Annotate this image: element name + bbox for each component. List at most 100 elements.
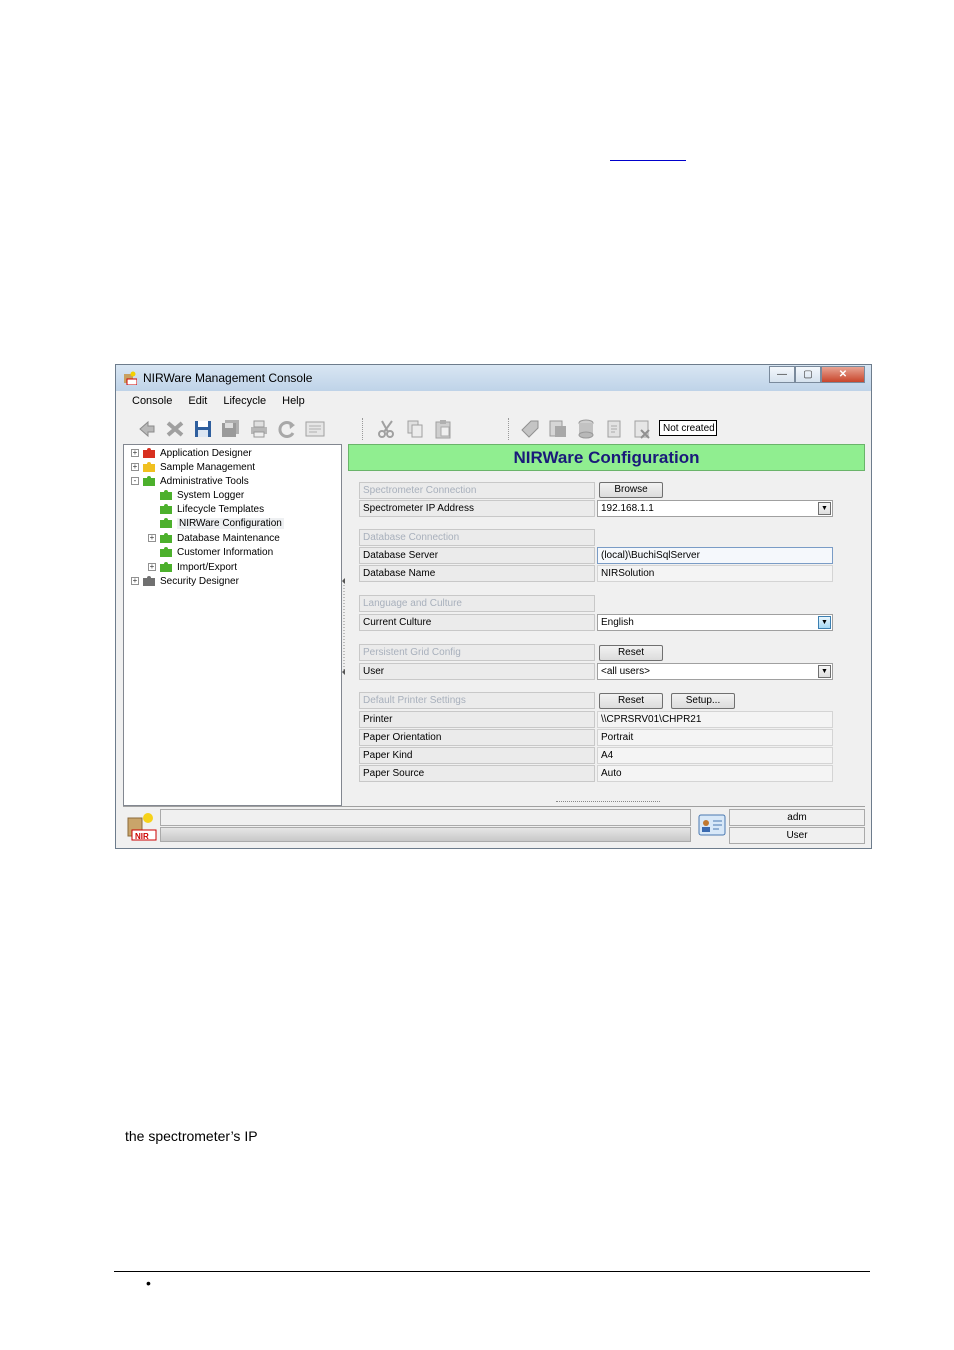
expand-icon[interactable]: + (148, 534, 156, 542)
group-database-connection: Database Connection (359, 529, 595, 546)
dropdown-arrow-icon[interactable]: ▼ (818, 665, 831, 678)
expand-icon[interactable]: + (131, 463, 139, 471)
minimize-button[interactable]: — (769, 366, 795, 383)
window-title: NIRWare Management Console (143, 371, 313, 385)
puzzle-green-icon (160, 518, 172, 528)
back-icon[interactable] (136, 418, 158, 440)
menu-bar: Console Edit Lifecycle Help (124, 393, 313, 411)
menu-help[interactable]: Help (274, 393, 313, 411)
puzzle-green-icon (160, 490, 172, 500)
dropdown-arrow-icon[interactable]: ▼ (818, 616, 831, 629)
svg-text:NIR: NIR (135, 832, 149, 841)
tree-item-lifecycle-templates[interactable]: Lifecycle Templates (159, 502, 264, 516)
paper-source-value: Auto (597, 765, 833, 782)
document-link-underline[interactable] (610, 146, 686, 161)
tree-item-label: Database Maintenance (177, 532, 280, 544)
tree-item-database-maintenance[interactable]: + Database Maintenance (148, 531, 280, 545)
current-culture-select[interactable]: English ▼ (597, 614, 833, 631)
vertical-splitter[interactable] (342, 575, 346, 675)
footer-rule (114, 1271, 870, 1272)
paste-icon[interactable] (432, 418, 454, 440)
refresh-icon[interactable] (276, 418, 298, 440)
puzzle-green-icon (160, 533, 172, 543)
printer-setup-button[interactable]: Setup... (671, 693, 735, 709)
status-message-field (160, 809, 691, 826)
cut-icon[interactable] (376, 418, 398, 440)
printer-label: Printer (359, 711, 595, 728)
paper-source-label: Paper Source (359, 765, 595, 782)
paper-orientation-label: Paper Orientation (359, 729, 595, 746)
tree-item-label: Lifecycle Templates (177, 503, 265, 515)
tree-item-system-logger[interactable]: System Logger (159, 488, 244, 502)
printer-reset-button[interactable]: Reset (599, 693, 663, 709)
tag-icon[interactable] (519, 418, 541, 440)
expand-icon[interactable]: + (131, 577, 139, 585)
database-name-value: NIRSolution (597, 565, 833, 582)
tree-item-label: System Logger (177, 489, 245, 501)
database-server-field[interactable]: (local)\BuchiSqlServer (597, 547, 833, 564)
user-card-icon[interactable] (697, 811, 727, 839)
tree-item-administrative-tools[interactable]: - Administrative Tools (131, 474, 249, 488)
title-bar: NIRWare Management Console — ▢ ✕ (116, 365, 871, 391)
print-icon[interactable] (248, 418, 270, 440)
tree-item-customer-information[interactable]: Customer Information (159, 545, 273, 559)
close-button[interactable]: ✕ (821, 366, 865, 383)
status-box: Not created (659, 420, 717, 436)
toolbar-separator (362, 418, 365, 440)
clear-icon[interactable] (631, 418, 653, 440)
save-all-icon[interactable] (220, 418, 242, 440)
preview-icon[interactable] (304, 418, 326, 440)
printer-value: \\CPRSRV01\CHPR21 (597, 711, 833, 728)
collapse-icon[interactable]: - (131, 477, 139, 485)
spectrometer-ip-value: 192.168.1.1 (601, 503, 654, 514)
browse-button[interactable]: Browse (599, 482, 663, 498)
tree-item-import-export[interactable]: + Import/Export (148, 560, 237, 574)
save-icon[interactable] (192, 418, 214, 440)
tree-item-label: Security Designer (160, 575, 239, 587)
tree-item-label: Administrative Tools (160, 475, 249, 487)
user-value: <all users> (601, 666, 650, 677)
expand-icon[interactable]: + (131, 449, 139, 457)
toolbar (124, 415, 864, 443)
user-role-cell: User (729, 827, 865, 844)
puzzle-green-icon (160, 504, 172, 514)
toolbar-separator (508, 418, 511, 440)
grid-reset-button[interactable]: Reset (599, 645, 663, 661)
menu-console[interactable]: Console (124, 393, 180, 411)
group-persistent-grid: Persistent Grid Config (359, 644, 595, 661)
report-icon[interactable] (603, 418, 625, 440)
puzzle-yellow-icon (143, 462, 155, 472)
tree-item-label: Sample Management (160, 461, 256, 473)
current-culture-value: English (601, 617, 634, 628)
user-label: User (359, 663, 595, 680)
paper-kind-value: A4 (597, 747, 833, 764)
spectrometer-ip-label: Spectrometer IP Address (359, 500, 595, 517)
menu-edit[interactable]: Edit (180, 393, 215, 411)
status-progress-bar (160, 827, 691, 842)
maximize-button[interactable]: ▢ (795, 366, 821, 383)
tree-item-nirware-configuration[interactable]: NIRWare Configuration (159, 516, 284, 530)
tree-item-sample-management[interactable]: + Sample Management (131, 460, 255, 474)
current-culture-label: Current Culture (359, 614, 595, 631)
expand-icon[interactable]: + (148, 563, 156, 571)
group-spectrometer-connection: Spectrometer Connection (359, 482, 595, 499)
copy-icon[interactable] (404, 418, 426, 440)
tree-item-security-designer[interactable]: + Security Designer (131, 574, 239, 588)
status-bar: NIR adm User (123, 806, 865, 844)
menu-lifecycle[interactable]: Lifecycle (215, 393, 274, 411)
delete-icon[interactable] (164, 418, 186, 440)
tree-item-application-designer[interactable]: + Application Designer (131, 446, 252, 460)
footer-bullet: • (146, 1275, 151, 1291)
paper-kind-label: Paper Kind (359, 747, 595, 764)
database-server-label: Database Server (359, 547, 595, 564)
spectrometer-ip-select[interactable]: 192.168.1.1 ▼ (597, 500, 833, 517)
user-select[interactable]: <all users> ▼ (597, 663, 833, 680)
dropdown-arrow-icon[interactable]: ▼ (818, 502, 831, 515)
database-icon[interactable] (575, 418, 597, 440)
paper-orientation-value: Portrait (597, 729, 833, 746)
puzzle-green-icon (143, 476, 155, 486)
group-default-printer: Default Printer Settings (359, 692, 595, 709)
export-icon[interactable] (547, 418, 569, 440)
puzzle-gray-icon (143, 576, 155, 586)
tree-item-label: NIRWare Configuration (177, 517, 284, 529)
